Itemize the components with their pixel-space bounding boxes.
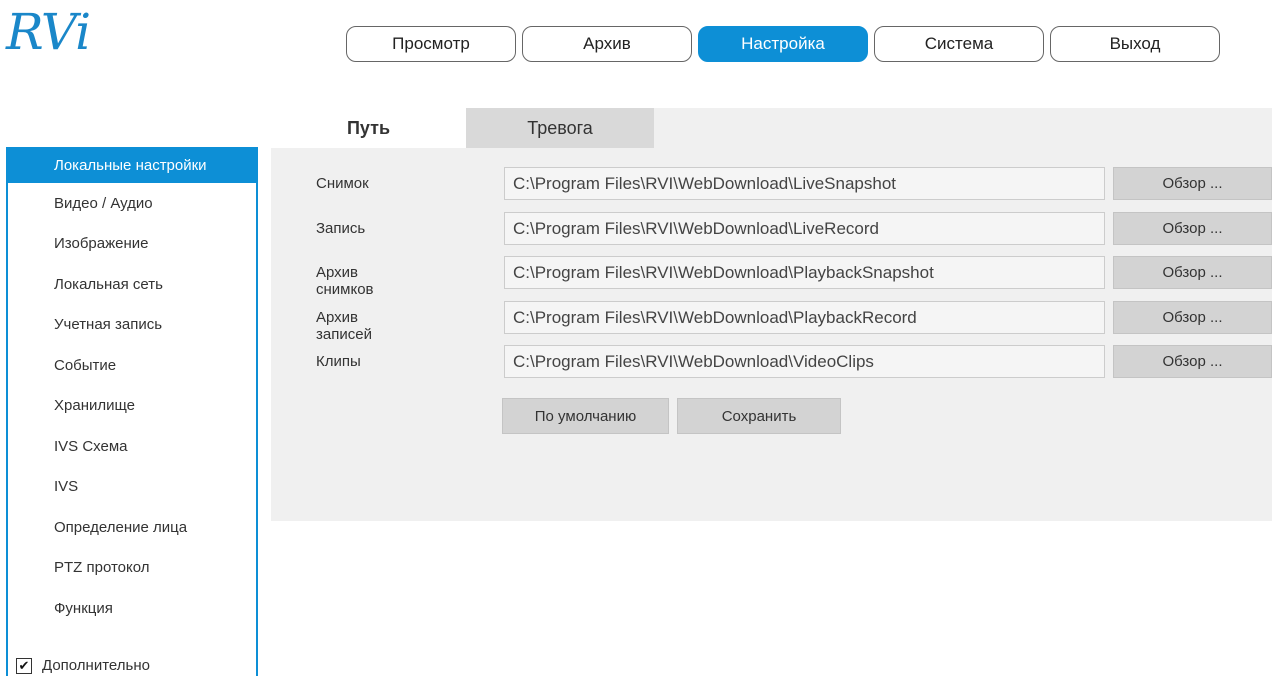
top-navigation: Просмотр Архив Настройка Система Выход [346, 26, 1220, 62]
path-field[interactable]: C:\Program Files\RVI\WebDownload\LiveRec… [504, 211, 1105, 245]
nav-system-button[interactable]: Система [874, 26, 1044, 62]
settings-tabs: Путь Тревога [271, 108, 654, 148]
sidebar-item-face-detection[interactable]: Определение лица [8, 507, 256, 548]
path-label: Клипы [316, 353, 361, 370]
browse-button[interactable]: Обзор ... [1113, 300, 1272, 334]
save-button[interactable]: Сохранить [677, 398, 841, 434]
browse-button[interactable]: Обзор ... [1113, 211, 1272, 245]
path-label: Архив записей [316, 308, 372, 343]
sidebar-item-ivs[interactable]: IVS [8, 467, 256, 508]
sidebar-item-event[interactable]: Событие [8, 345, 256, 386]
path-field[interactable]: C:\Program Files\RVI\WebDownload\Playbac… [504, 256, 1105, 289]
path-field[interactable]: C:\Program Files\RVI\WebDownload\Playbac… [504, 300, 1105, 334]
sidebar-item-video-audio[interactable]: Видео / Аудио [8, 183, 256, 224]
sidebar-item-image[interactable]: Изображение [8, 224, 256, 265]
sidebar-item-ptz-protocol[interactable]: PTZ протокол [8, 548, 256, 589]
sidebar-item-local-settings[interactable]: Локальные настройки [8, 147, 256, 183]
tab-path[interactable]: Путь [271, 108, 466, 148]
advanced-label: Дополнительно [42, 657, 150, 674]
path-label: Запись [316, 219, 366, 237]
form-actions: По умолчанию Сохранить [502, 398, 841, 434]
nav-view-button[interactable]: Просмотр [346, 26, 516, 62]
nav-logout-button[interactable]: Выход [1050, 26, 1220, 62]
sidebar-item-account[interactable]: Учетная запись [8, 305, 256, 346]
browse-button[interactable]: Обзор ... [1113, 345, 1272, 378]
path-label: Архив снимков [316, 264, 374, 298]
sidebar-item-function[interactable]: Функция [8, 588, 256, 629]
nav-settings-button[interactable]: Настройка [698, 26, 868, 62]
path-field[interactable]: C:\Program Files\RVI\WebDownload\LiveSna… [504, 167, 1105, 200]
browse-button[interactable]: Обзор ... [1113, 167, 1272, 200]
advanced-checkbox[interactable]: ✔ [16, 657, 32, 674]
sidebar-item-ivs-scheme[interactable]: IVS Схема [8, 426, 256, 467]
page: RVi Просмотр Архив Настройка Система Вых… [0, 0, 1272, 676]
path-label: Снимок [316, 175, 369, 192]
rvi-logo: RVi [6, 3, 91, 61]
settings-sidebar: Локальные настройки Видео / Аудио Изобра… [6, 147, 258, 676]
browse-button[interactable]: Обзор ... [1113, 256, 1272, 289]
path-field[interactable]: C:\Program Files\RVI\WebDownload\VideoCl… [504, 345, 1105, 378]
tab-alarm[interactable]: Тревога [466, 108, 654, 148]
default-button[interactable]: По умолчанию [502, 398, 669, 434]
sidebar-item-advanced[interactable]: ✔ Дополнительно [16, 657, 150, 674]
sidebar-item-storage[interactable]: Хранилище [8, 386, 256, 427]
nav-archive-button[interactable]: Архив [522, 26, 692, 62]
sidebar-item-local-network[interactable]: Локальная сеть [8, 264, 256, 305]
